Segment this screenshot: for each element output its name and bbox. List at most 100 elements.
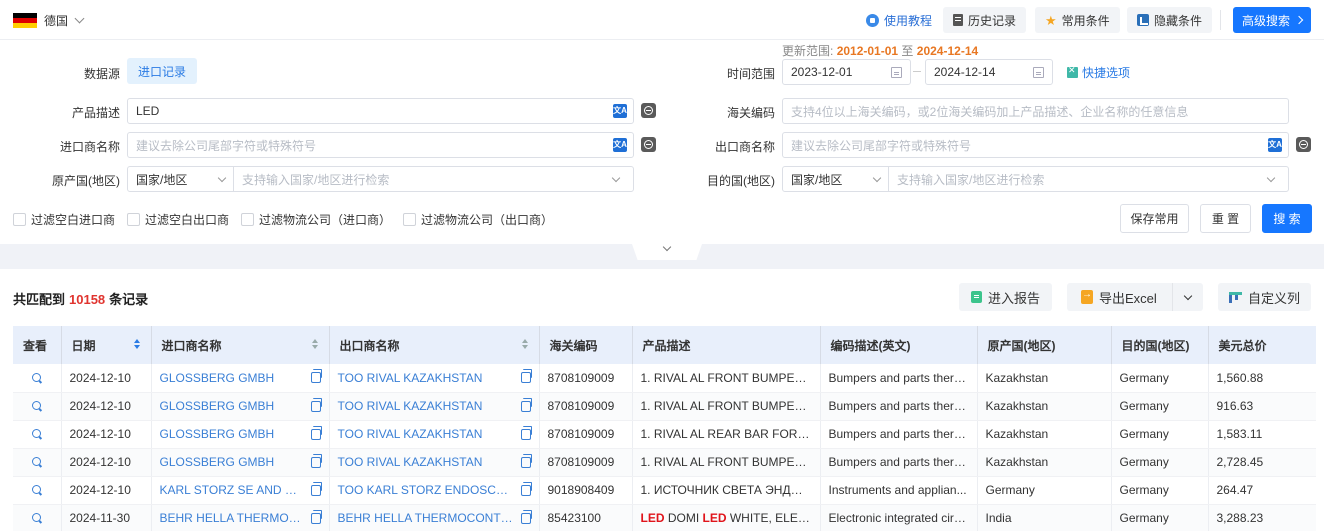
fuzzy-search-icon[interactable]	[641, 103, 656, 118]
custom-columns-button[interactable]: 自定义列	[1218, 283, 1311, 311]
view-magnifier-icon[interactable]	[32, 485, 42, 494]
table-row[interactable]: 2024-11-30 BEHR HELLA THERMOC... BEHR HELL…	[13, 504, 1316, 531]
exporter-link[interactable]: TOO RIVAL KAZAKHSTAN	[338, 455, 483, 469]
view-cell[interactable]	[13, 448, 62, 477]
view-magnifier-icon[interactable]	[32, 401, 42, 410]
importer-link[interactable]: GLOSSBERG GMBH	[160, 455, 275, 469]
table-row[interactable]: 2024-12-10 GLOSSBERG GMBH TOO RIVAL KAZAKH…	[13, 420, 1316, 449]
translate-icon[interactable]: 文A	[1268, 138, 1282, 152]
table-row[interactable]: 2024-12-10 GLOSSBERG GMBH TOO RIVAL KAZAKH…	[13, 364, 1316, 393]
view-cell[interactable]	[13, 364, 62, 393]
col-header-exporter[interactable]: 出口商名称	[329, 326, 540, 364]
export-options-dropdown[interactable]	[1172, 283, 1203, 311]
checkbox-box[interactable]	[403, 213, 417, 226]
collapse-form-toggle[interactable]	[632, 244, 702, 260]
view-cell[interactable]	[13, 392, 62, 421]
importer-link[interactable]: GLOSSBERG GMBH	[160, 371, 275, 385]
exporter-link[interactable]: TOO KARL STORZ ENDOSCOP...	[338, 483, 522, 497]
origin-country-input[interactable]: 支持输入国家/地区进行检索	[234, 171, 633, 188]
hs-code-input[interactable]: 支持4位以上海关编码，或2位海关编码加上产品描述、企业名称的任意信息	[782, 98, 1289, 124]
exporter-link[interactable]: TOO RIVAL KAZAKHSTAN	[338, 371, 483, 385]
copy-icon[interactable]	[520, 481, 532, 496]
importer-cell[interactable]: KARL STORZ SE AND CO...	[151, 476, 330, 505]
product-desc-input[interactable]: LED 文A	[127, 98, 634, 124]
exporter-link[interactable]: TOO RIVAL KAZAKHSTAN	[338, 399, 483, 413]
exporter-link[interactable]: BEHR HELLA THERMOCONTR...	[338, 511, 520, 525]
importer-cell[interactable]: GLOSSBERG GMBH	[151, 392, 330, 421]
sort-icon[interactable]	[133, 339, 141, 351]
translate-icon[interactable]: 文A	[613, 138, 627, 152]
exporter-cell[interactable]: TOO RIVAL KAZAKHSTAN	[329, 448, 540, 477]
search-button[interactable]: 搜 索	[1262, 204, 1312, 233]
save-favorite-button[interactable]: 保存常用	[1120, 204, 1189, 233]
exporter-cell[interactable]: TOO RIVAL KAZAKHSTAN	[329, 392, 540, 421]
importer-link[interactable]: GLOSSBERG GMBH	[160, 427, 275, 441]
importer-link[interactable]: GLOSSBERG GMBH	[160, 399, 275, 413]
importer-cell[interactable]: BEHR HELLA THERMOC...	[151, 504, 330, 531]
sort-icon[interactable]	[311, 339, 319, 351]
exporter-link[interactable]: TOO RIVAL KAZAKHSTAN	[338, 427, 483, 441]
date-end-input[interactable]: 2024-12-14	[925, 59, 1053, 85]
copy-icon[interactable]	[310, 453, 322, 468]
fuzzy-search-icon[interactable]	[1296, 137, 1311, 152]
view-magnifier-icon[interactable]	[32, 513, 42, 522]
importer-input[interactable]: 建议去除公司尾部字符或特殊符号 文A	[127, 132, 634, 158]
tutorial-link[interactable]: 使用教程	[866, 12, 932, 29]
filter-logistics-exporter-checkbox[interactable]: 过滤物流公司（出口商）	[403, 211, 553, 228]
dest-country-input[interactable]: 支持输入国家/地区进行检索	[889, 171, 1288, 188]
country-selector[interactable]: 德国	[13, 12, 85, 29]
exporter-cell[interactable]: TOO RIVAL KAZAKHSTAN	[329, 364, 540, 393]
copy-icon[interactable]	[310, 481, 322, 496]
sort-icon[interactable]	[521, 339, 529, 351]
view-cell[interactable]	[13, 476, 62, 505]
exporter-cell[interactable]: TOO RIVAL KAZAKHSTAN	[329, 420, 540, 449]
view-magnifier-icon[interactable]	[32, 457, 42, 466]
copy-icon[interactable]	[520, 397, 532, 412]
date-start-input[interactable]: 2023-12-01	[782, 59, 911, 85]
table-row[interactable]: 2024-12-10 KARL STORZ SE AND CO... TOO KAR…	[13, 476, 1316, 505]
origin-type-select[interactable]: 国家/地区	[136, 167, 234, 191]
checkbox-box[interactable]	[13, 213, 26, 226]
copy-icon[interactable]	[310, 425, 322, 440]
dest-type-select[interactable]: 国家/地区	[791, 167, 889, 191]
col-header-importer[interactable]: 进口商名称	[151, 326, 330, 364]
importer-cell[interactable]: GLOSSBERG GMBH	[151, 420, 330, 449]
table-row[interactable]: 2024-12-10 GLOSSBERG GMBH TOO RIVAL KAZAKH…	[13, 392, 1316, 421]
view-magnifier-icon[interactable]	[32, 429, 42, 438]
exporter-cell[interactable]: TOO KARL STORZ ENDOSCOP...	[329, 476, 540, 505]
importer-link[interactable]: KARL STORZ SE AND CO...	[160, 483, 313, 497]
reset-button[interactable]: 重 置	[1200, 204, 1251, 233]
history-button[interactable]: 历史记录	[943, 7, 1027, 33]
hide-conditions-button[interactable]: 隐藏条件	[1127, 7, 1213, 33]
exporter-input[interactable]: 建议去除公司尾部字符或特殊符号 文A	[782, 132, 1289, 158]
checkbox-box[interactable]	[241, 213, 255, 226]
enter-report-button[interactable]: 进入报告	[959, 283, 1052, 311]
advanced-search-button[interactable]: 高级搜索	[1233, 7, 1311, 33]
copy-icon[interactable]	[520, 509, 532, 524]
importer-link[interactable]: BEHR HELLA THERMOC...	[160, 511, 308, 525]
table-row[interactable]: 2024-12-10 GLOSSBERG GMBH TOO RIVAL KAZAKH…	[13, 448, 1316, 477]
view-cell[interactable]	[13, 420, 62, 449]
importer-cell[interactable]: GLOSSBERG GMBH	[151, 448, 330, 477]
view-magnifier-icon[interactable]	[32, 372, 42, 382]
dest-select[interactable]: 国家/地区 支持输入国家/地区进行检索	[782, 166, 1289, 192]
exporter-cell[interactable]: BEHR HELLA THERMOCONTR...	[329, 504, 540, 531]
copy-icon[interactable]	[310, 369, 322, 383]
translate-icon[interactable]: 文A	[613, 104, 627, 118]
copy-icon[interactable]	[520, 369, 532, 383]
copy-icon[interactable]	[310, 509, 322, 524]
copy-icon[interactable]	[520, 425, 532, 440]
col-header-date[interactable]: 日期	[61, 326, 152, 364]
favorites-button[interactable]: ★ 常用条件	[1035, 7, 1120, 33]
filter-logistics-importer-checkbox[interactable]: 过滤物流公司（进口商）	[241, 211, 391, 228]
origin-select[interactable]: 国家/地区 支持输入国家/地区进行检索	[127, 166, 634, 192]
data-source-tag[interactable]: 进口记录	[127, 58, 197, 84]
checkbox-box[interactable]	[127, 213, 141, 226]
importer-cell[interactable]: GLOSSBERG GMBH	[151, 364, 330, 393]
filter-blank-importer-checkbox[interactable]: 过滤空白进口商	[13, 211, 115, 228]
view-cell[interactable]	[13, 504, 62, 531]
copy-icon[interactable]	[520, 453, 532, 468]
quick-options-link[interactable]: 快捷选项	[1067, 64, 1130, 81]
filter-blank-exporter-checkbox[interactable]: 过滤空白出口商	[127, 211, 229, 228]
fuzzy-search-icon[interactable]	[641, 137, 656, 152]
